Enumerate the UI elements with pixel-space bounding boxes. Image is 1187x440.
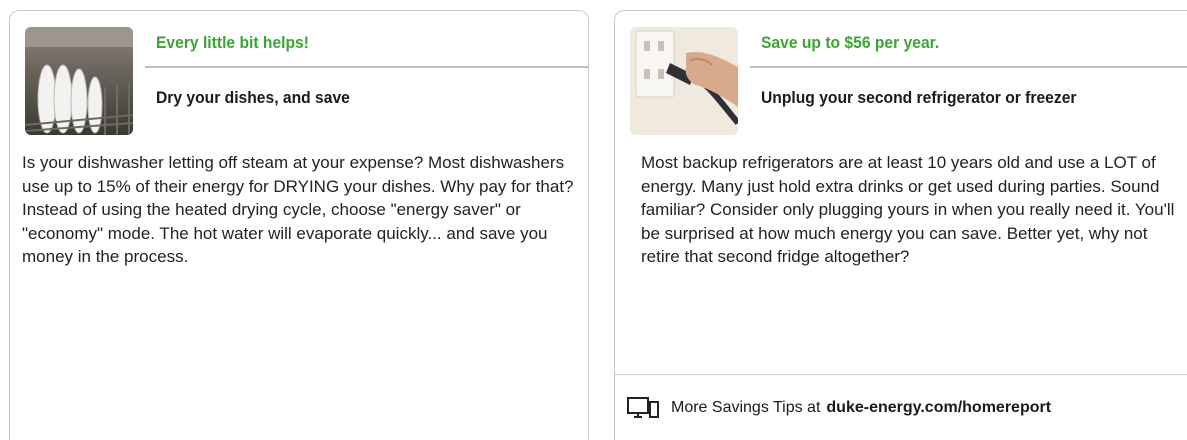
card-headline: Save up to $56 per year. <box>761 33 940 52</box>
card-headline: Every little bit helps! <box>156 33 309 52</box>
dishwasher-image <box>25 27 133 135</box>
card-body: Most backup refrigerators are at least 1… <box>641 153 1175 266</box>
divider <box>145 66 588 68</box>
footer-divider <box>615 374 1187 375</box>
divider <box>750 66 1187 68</box>
footer-label: More Savings Tips at <box>671 399 821 416</box>
tip-card-dishes: Every little bit helps! Dry your dishes,… <box>9 10 589 440</box>
unplug-cord-image <box>630 27 738 135</box>
card-subhead: Unplug your second refrigerator or freez… <box>761 88 1077 107</box>
card-body: Is your dishwasher letting off steam at … <box>22 153 574 266</box>
savings-tips-footer: More Savings Tips at duke-energy.com/hom… <box>627 397 1051 419</box>
computer-monitor-icon <box>627 397 659 419</box>
card-subhead: Dry your dishes, and save <box>156 88 350 107</box>
homereport-link[interactable]: duke-energy.com/homereport <box>826 399 1051 417</box>
tip-card-refrigerator: Save up to $56 per year. Unplug your sec… <box>614 10 1187 440</box>
